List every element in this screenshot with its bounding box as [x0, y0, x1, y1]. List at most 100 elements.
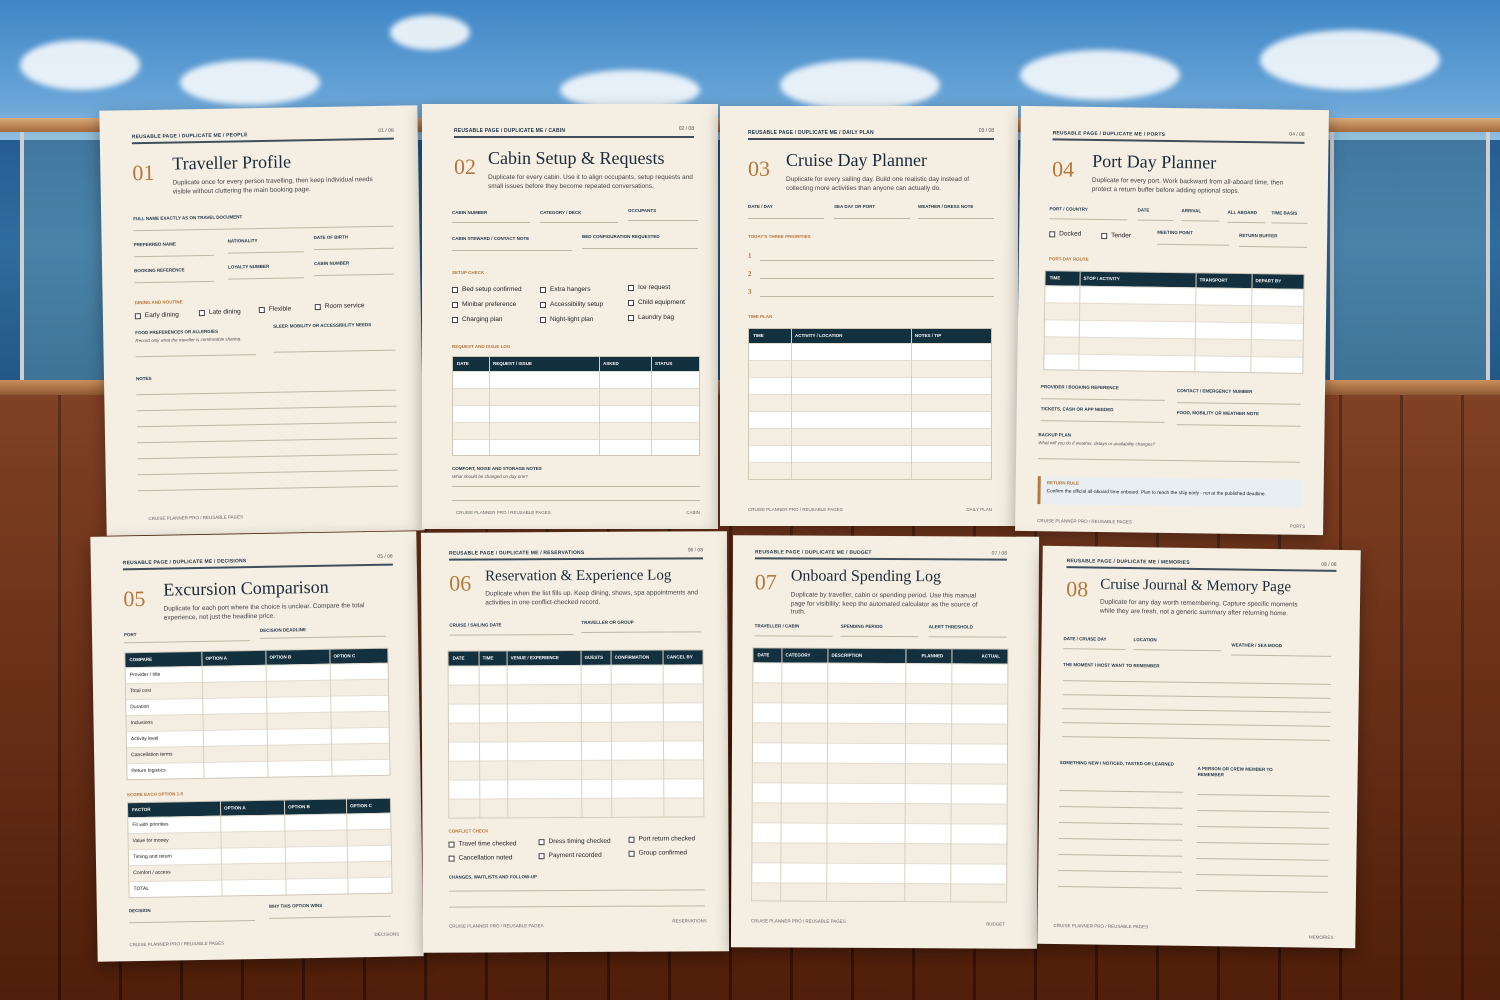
table-row[interactable]	[752, 742, 1007, 764]
table-row[interactable]	[752, 802, 1007, 824]
journal-line[interactable]	[1196, 873, 1329, 877]
field-line[interactable]	[227, 251, 304, 254]
field-line[interactable]	[228, 277, 305, 280]
table-row[interactable]	[749, 377, 991, 394]
field-line[interactable]	[314, 273, 395, 277]
field-line[interactable]	[124, 640, 251, 644]
checkbox[interactable]: Group confirmed	[628, 849, 687, 857]
table-row[interactable]	[753, 682, 1008, 704]
field-line[interactable]	[313, 247, 394, 251]
field-line[interactable]	[129, 920, 256, 924]
table-row[interactable]	[749, 445, 991, 462]
field-line[interactable]	[1040, 398, 1165, 401]
field-line[interactable]	[1181, 220, 1220, 222]
notes-line[interactable]	[137, 485, 398, 492]
table-row-total[interactable]: TOTAL	[129, 876, 392, 898]
journal-line[interactable]	[1197, 793, 1330, 797]
table-row[interactable]	[752, 762, 1007, 784]
field-line[interactable]	[1231, 654, 1332, 657]
table-row[interactable]	[749, 343, 991, 360]
journal-line[interactable]	[1058, 838, 1183, 841]
checkbox[interactable]: Cancellation noted	[448, 854, 512, 862]
field-line[interactable]	[268, 915, 391, 919]
checkbox[interactable]: Child equipment	[628, 299, 685, 306]
field-line[interactable]	[1040, 420, 1165, 423]
table-row[interactable]	[448, 683, 703, 704]
checkbox-tender[interactable]: Tender	[1101, 232, 1131, 239]
field-line[interactable]	[918, 218, 994, 219]
field-line[interactable]	[1063, 648, 1126, 650]
checkbox[interactable]: Night-light plan	[540, 316, 593, 323]
checkbox-docked[interactable]: Docked	[1049, 230, 1081, 238]
table-row[interactable]	[753, 702, 1008, 724]
table-row[interactable]	[753, 662, 1008, 684]
journal-line[interactable]	[1058, 870, 1183, 873]
checkbox[interactable]: Dress timing checked	[538, 838, 611, 845]
journal-line[interactable]	[1196, 857, 1329, 861]
field-line[interactable]	[448, 905, 705, 908]
table-row[interactable]	[749, 394, 991, 411]
journal-line[interactable]	[1062, 680, 1331, 685]
field-line[interactable]	[754, 635, 833, 637]
table-row[interactable]	[1044, 353, 1303, 374]
field-line[interactable]	[1157, 243, 1230, 246]
table-row[interactable]	[449, 778, 704, 799]
notes-line[interactable]	[136, 405, 397, 412]
table-row[interactable]	[749, 428, 991, 445]
notes-line[interactable]	[136, 421, 397, 428]
checkbox-flexible[interactable]: Flexible	[258, 305, 291, 313]
checkbox[interactable]: Port return checked	[628, 835, 695, 843]
field-line[interactable]	[1137, 219, 1174, 222]
field-line[interactable]	[452, 250, 572, 251]
field-line[interactable]	[628, 220, 698, 221]
field-line[interactable]	[260, 635, 387, 639]
table-row[interactable]: Return logistics	[127, 758, 390, 780]
checkbox-late-dining[interactable]: Late dining	[198, 308, 241, 316]
field-line[interactable]	[448, 889, 705, 892]
notes-line[interactable]	[137, 453, 398, 460]
table-row[interactable]	[752, 782, 1007, 804]
table-row[interactable]	[752, 862, 1007, 884]
field-line[interactable]	[928, 636, 1007, 638]
priority-line[interactable]	[760, 260, 994, 261]
field-line[interactable]	[1133, 649, 1222, 652]
field-line[interactable]	[1176, 402, 1301, 405]
table-row[interactable]	[752, 822, 1007, 844]
journal-line[interactable]	[1062, 708, 1331, 713]
notes-line[interactable]	[137, 469, 398, 476]
checkbox[interactable]: Minibar preference	[452, 301, 516, 308]
table-row[interactable]	[752, 842, 1007, 864]
table-row[interactable]	[749, 462, 991, 479]
table-row[interactable]	[448, 664, 703, 685]
field-line[interactable]	[1271, 222, 1308, 224]
journal-line[interactable]	[1195, 889, 1328, 893]
field-line[interactable]	[135, 354, 256, 358]
journal-line[interactable]	[1196, 841, 1329, 845]
table-row[interactable]	[448, 702, 703, 723]
journal-line[interactable]	[1062, 722, 1331, 727]
journal-line[interactable]	[1062, 694, 1331, 699]
field-line[interactable]	[1049, 218, 1128, 221]
journal-line[interactable]	[1059, 790, 1184, 793]
field-line[interactable]	[133, 225, 394, 232]
journal-line[interactable]	[1058, 822, 1183, 825]
field-line[interactable]	[452, 486, 700, 487]
table-row[interactable]	[749, 360, 991, 377]
journal-line[interactable]	[1197, 809, 1330, 813]
field-line[interactable]	[1038, 458, 1301, 463]
table-row[interactable]	[448, 740, 704, 761]
notes-line[interactable]	[136, 389, 397, 396]
checkbox-early-dining[interactable]: Early dining	[134, 311, 179, 319]
table-row[interactable]	[752, 722, 1008, 744]
journal-line[interactable]	[1059, 806, 1184, 809]
field-line[interactable]	[840, 635, 919, 638]
field-line[interactable]	[748, 218, 824, 219]
field-line[interactable]	[581, 631, 702, 633]
checkbox[interactable]: Charging plan	[452, 316, 502, 323]
checkbox[interactable]: Accessibility setup	[540, 301, 603, 308]
table-row[interactable]	[448, 721, 703, 742]
field-line[interactable]	[452, 500, 700, 501]
notes-line[interactable]	[137, 437, 398, 444]
field-line[interactable]	[1227, 221, 1266, 224]
journal-line[interactable]	[1058, 886, 1183, 889]
